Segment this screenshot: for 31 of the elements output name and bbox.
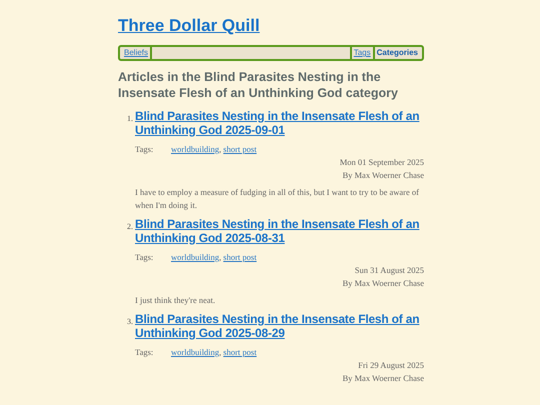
article-summary: I have to employ a measure of fudging in all of this, but I want to try to be aware of when I'm doing it. (135, 186, 420, 212)
category-heading: Articles in the Blind Parasites Nesting in the Insensate Flesh of an Unthinking God category (118, 69, 399, 101)
post-author: By Max Woerner Chase (341, 372, 424, 385)
tag-link[interactable]: worldbuilding (171, 143, 220, 156)
post-author: By Max Woerner Chase (341, 277, 424, 290)
article-title-link[interactable]: Blind Parasites Nesting in the Insensate Flesh of an Unthinking God 2025-09-01 (135, 109, 424, 137)
list-number: 1. (126, 113, 134, 125)
list-number: 2. (126, 221, 134, 233)
post-date: Mon 01 September 2025 (338, 156, 424, 169)
tag-link[interactable]: worldbuilding (171, 251, 220, 264)
nav-link[interactable]: Tags (350, 47, 373, 59)
tags-label: Tags: (135, 346, 154, 359)
article-summary: I just think they're neat. (135, 294, 216, 307)
tag-link[interactable]: short post (223, 346, 257, 359)
nav-link[interactable]: Categories (372, 47, 420, 59)
tag-link[interactable]: worldbuilding (171, 346, 220, 359)
tag-link[interactable]: short post (223, 143, 257, 156)
nav-link[interactable]: Beliefs (122, 47, 152, 59)
site-title[interactable]: Three Dollar Quill (118, 15, 424, 37)
article-title-link[interactable]: Blind Parasites Nesting in the Insensate Flesh of an Unthinking God 2025-08-29 (135, 312, 424, 340)
tag-separator: , (219, 251, 222, 264)
post-author: By Max Woerner Chase (341, 169, 424, 182)
tag-separator: , (219, 143, 222, 156)
tag-separator: , (219, 346, 222, 359)
tags-label: Tags: (135, 143, 154, 156)
tag-link[interactable]: short post (223, 251, 257, 264)
article-title-link[interactable]: Blind Parasites Nesting in the Insensate Flesh of an Unthinking God 2025-08-31 (135, 217, 424, 245)
tags-label: Tags: (135, 251, 154, 264)
post-date: Sun 31 August 2025 (354, 264, 424, 277)
list-number: 3. (126, 316, 134, 328)
post-date: Fri 29 August 2025 (357, 359, 424, 372)
